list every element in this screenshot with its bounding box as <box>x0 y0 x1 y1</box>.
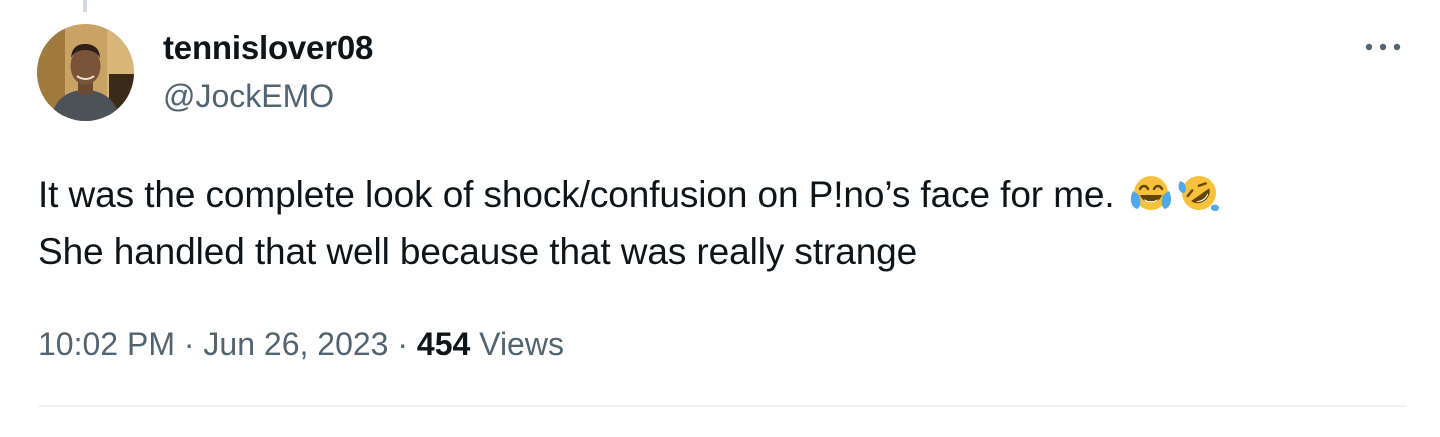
rolling-on-the-floor-laughing-icon <box>1177 171 1221 215</box>
views-label: Views <box>479 326 564 362</box>
avatar[interactable] <box>37 24 134 121</box>
tweet-time[interactable]: 10:02 PM <box>38 326 175 362</box>
tweet-text-line-1: It was the complete look of shock/confus… <box>38 166 1418 223</box>
tweet-card: tennislover08 @JockEMO It was the comple… <box>0 0 1440 437</box>
more-horizontal-icon <box>1365 43 1401 51</box>
author-handle[interactable]: @JockEMO <box>163 76 334 116</box>
tweet-date[interactable]: Jun 26, 2023 <box>203 326 388 362</box>
tweet-text: It was the complete look of shock/confus… <box>38 166 1418 280</box>
divider <box>38 405 1406 407</box>
views-count: 454 <box>416 326 471 362</box>
avatar-photo <box>37 24 134 121</box>
meta-separator: · <box>397 326 408 362</box>
face-with-tears-of-joy-icon <box>1129 171 1173 215</box>
tweet-text-line-1-text: It was the complete look of shock/confus… <box>38 174 1115 215</box>
tweet-metadata: 10:02 PM · Jun 26, 2023 · 454 Views <box>38 322 564 366</box>
tweet-text-line-2: She handled that well because that was r… <box>38 231 918 272</box>
author-display-name[interactable]: tennislover08 <box>163 28 373 68</box>
meta-separator: · <box>183 326 195 362</box>
more-options-button[interactable] <box>1360 32 1406 62</box>
thread-connector-line <box>83 0 87 12</box>
